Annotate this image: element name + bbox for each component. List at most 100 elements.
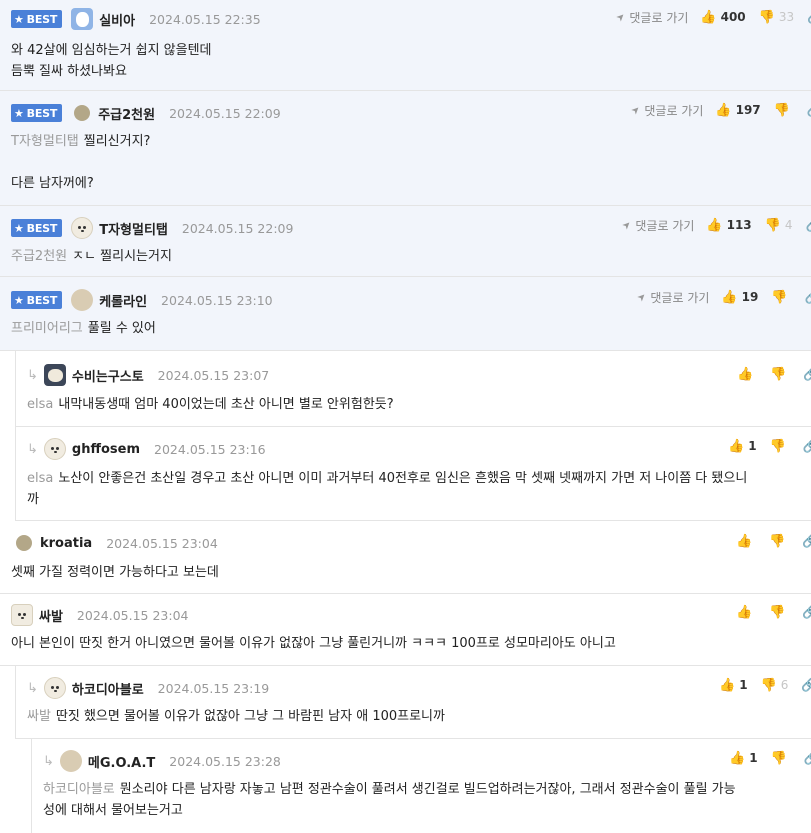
dislike-button[interactable]: 👎 <box>770 367 790 382</box>
avatar[interactable] <box>43 677 66 699</box>
reply-arrow-icon: ↳ <box>43 753 54 769</box>
comment-header: ↳ 메G.O.A.T 2024.05.15 23:28 <box>43 750 281 772</box>
reply-item: ↳ 메G.O.A.T 2024.05.15 23:28 👍1 👎 🔗 하코디아블… <box>31 739 811 833</box>
mention-tag[interactable]: T자형멀티탭 <box>11 134 79 149</box>
best-badge: ★ BEST <box>11 219 63 237</box>
comment-actions: ➤댓글로 가기 👍197 👎 🔗 <box>629 100 811 120</box>
avatar[interactable] <box>71 8 94 30</box>
share-link-icon[interactable]: 🔗 <box>801 678 811 693</box>
dislike-button[interactable]: 👎 <box>769 534 789 549</box>
avatar[interactable] <box>59 750 82 772</box>
thumbs-down-icon: 👎 <box>769 438 786 454</box>
reply-arrow-icon: ↳ <box>27 367 38 383</box>
like-button[interactable]: 👍 19 <box>721 290 758 305</box>
nickname[interactable]: 케롤라인 <box>99 291 147 310</box>
dislike-count: 4 <box>784 218 793 232</box>
avatar[interactable] <box>43 364 66 386</box>
mention-tag[interactable]: elsa <box>27 397 53 412</box>
comment-item: ★ BEST T자형멀티탭 2024.05.15 22:09 ➤ 댓글로 가기 👍 1… <box>0 206 811 277</box>
comment-actions: 👍1 👎 🔗 <box>728 436 811 456</box>
share-link-icon[interactable]: 🔗 <box>805 218 811 233</box>
avatar[interactable] <box>16 535 32 551</box>
best-badge: ★ BEST <box>11 104 63 122</box>
timestamp: 2024.05.15 22:09 <box>169 105 281 121</box>
best-badge-label: BEST <box>26 12 58 26</box>
nickname[interactable]: T자형멀티탭 <box>99 219 168 238</box>
go-to-reply-link[interactable]: ➤ 댓글로 가기 <box>629 102 703 119</box>
dislike-button[interactable]: 👎 33 <box>759 10 794 25</box>
reply-arrow-icon: ↳ <box>27 441 38 457</box>
like-button[interactable]: 👍 <box>736 605 756 620</box>
star-icon: ★ <box>14 12 24 26</box>
avatar[interactable] <box>43 438 66 460</box>
mention-tag[interactable]: 주급2천원 <box>11 249 67 264</box>
mention-tag[interactable]: 프리미어리그 <box>11 321 83 336</box>
like-button[interactable]: 👍 <box>737 367 757 382</box>
nickname[interactable]: 주급2천원 <box>98 104 155 123</box>
comment-text-line: 까 <box>27 492 39 507</box>
go-to-reply-link[interactable]: ➤ 댓글로 가기 <box>620 217 694 234</box>
dislike-button[interactable]: 👎 6 <box>761 678 789 693</box>
share-link-icon[interactable]: 🔗 <box>807 10 811 25</box>
dislike-button[interactable]: 👎 <box>770 439 790 454</box>
share-link-icon[interactable]: 🔗 <box>803 439 811 454</box>
thumbs-down-icon: 👎 <box>773 102 790 118</box>
dislike-button[interactable]: 👎 <box>774 103 794 118</box>
dislike-button[interactable]: 👎 <box>771 290 791 305</box>
thumbs-up-icon: 👍 <box>719 677 736 693</box>
go-to-reply-link[interactable]: ➤ 댓글로 가기 <box>635 289 709 306</box>
share-link-icon[interactable]: 🔗 <box>803 367 811 382</box>
dislike-button[interactable]: 👎 4 <box>765 218 793 233</box>
like-button[interactable]: 👍 113 <box>706 218 751 233</box>
go-to-reply-link[interactable]: ➤ 댓글로 가기 <box>614 9 688 26</box>
best-badge: ★ BEST <box>11 10 63 28</box>
avatar[interactable] <box>74 105 91 121</box>
dislike-button[interactable]: 👎 <box>771 751 791 766</box>
thumbs-down-icon: 👎 <box>758 9 775 25</box>
avatar[interactable] <box>71 289 94 311</box>
like-button[interactable]: 👍 1 <box>728 439 757 454</box>
mention-tag[interactable]: 싸발 <box>27 709 51 724</box>
comment-text: 딴짓 했으면 물어볼 이유가 없잖아 그냥 그 바람핀 남자 애 100프로니까 <box>55 709 445 724</box>
timestamp: 2024.05.15 23:28 <box>169 753 281 769</box>
comment-text: 내막내동생때 엄마 40이었는데 초산 아니면 별로 안위험한듯? <box>58 397 394 412</box>
nickname[interactable]: 싸발 <box>39 606 63 625</box>
timestamp: 2024.05.15 22:35 <box>149 11 261 27</box>
comment-text: 셋째 가질 정력이면 가능하다고 보는데 <box>11 565 219 580</box>
navigate-arrow-icon: ➤ <box>629 103 644 117</box>
dislike-button[interactable]: 👎 <box>769 605 789 620</box>
comment-header: ↳ 수비는구스토 2024.05.15 23:07 <box>27 364 269 386</box>
thumbs-up-icon: 👍 <box>721 289 738 305</box>
like-button[interactable]: 👍 197 <box>715 103 760 118</box>
thumbs-up-icon: 👍 <box>729 750 746 766</box>
like-button[interactable]: 👍 400 <box>700 10 745 25</box>
nickname[interactable]: 실비아 <box>99 10 135 29</box>
like-count: 197 <box>735 103 761 117</box>
avatar[interactable] <box>11 604 33 626</box>
share-link-icon[interactable]: 🔗 <box>802 534 811 549</box>
share-link-icon[interactable]: 🔗 <box>804 290 811 305</box>
nickname[interactable]: ghffosem <box>72 442 140 457</box>
avatar[interactable] <box>71 217 94 239</box>
navigate-arrow-icon: ➤ <box>620 218 635 232</box>
comment-actions: 👍 👎 🔗 <box>736 602 811 622</box>
like-button[interactable]: 👍 1 <box>729 751 758 766</box>
comment-text-line: 다른 남자꺼에? <box>11 176 94 191</box>
like-count: 113 <box>726 218 752 232</box>
comment-body: 셋째 가질 정력이면 가능하다고 보는데 <box>11 562 219 583</box>
like-button[interactable]: 👍 1 <box>719 678 748 693</box>
comment-text: 찔리신거지? <box>83 134 151 149</box>
nickname[interactable]: kroatia <box>40 536 92 551</box>
mention-tag[interactable]: 하코디아블로 <box>43 782 115 797</box>
like-button[interactable]: 👍 <box>736 534 756 549</box>
thumbs-down-icon: 👎 <box>771 289 788 305</box>
comment-item: ★ BEST 실비아 2024.05.15 22:35 ➤ 댓글로 가기 👍 400 … <box>0 0 811 91</box>
share-link-icon[interactable]: 🔗 <box>804 751 811 766</box>
nickname[interactable]: 메G.O.A.T <box>88 752 155 771</box>
share-link-icon[interactable]: 🔗 <box>807 103 811 118</box>
mention-tag[interactable]: elsa <box>27 471 53 486</box>
nickname[interactable]: 하코디아블로 <box>72 679 144 698</box>
share-link-icon[interactable]: 🔗 <box>802 605 811 620</box>
nickname[interactable]: 수비는구스토 <box>72 366 144 385</box>
comment-actions: ➤댓글로 가기 👍113 👎4 🔗 <box>620 215 811 235</box>
